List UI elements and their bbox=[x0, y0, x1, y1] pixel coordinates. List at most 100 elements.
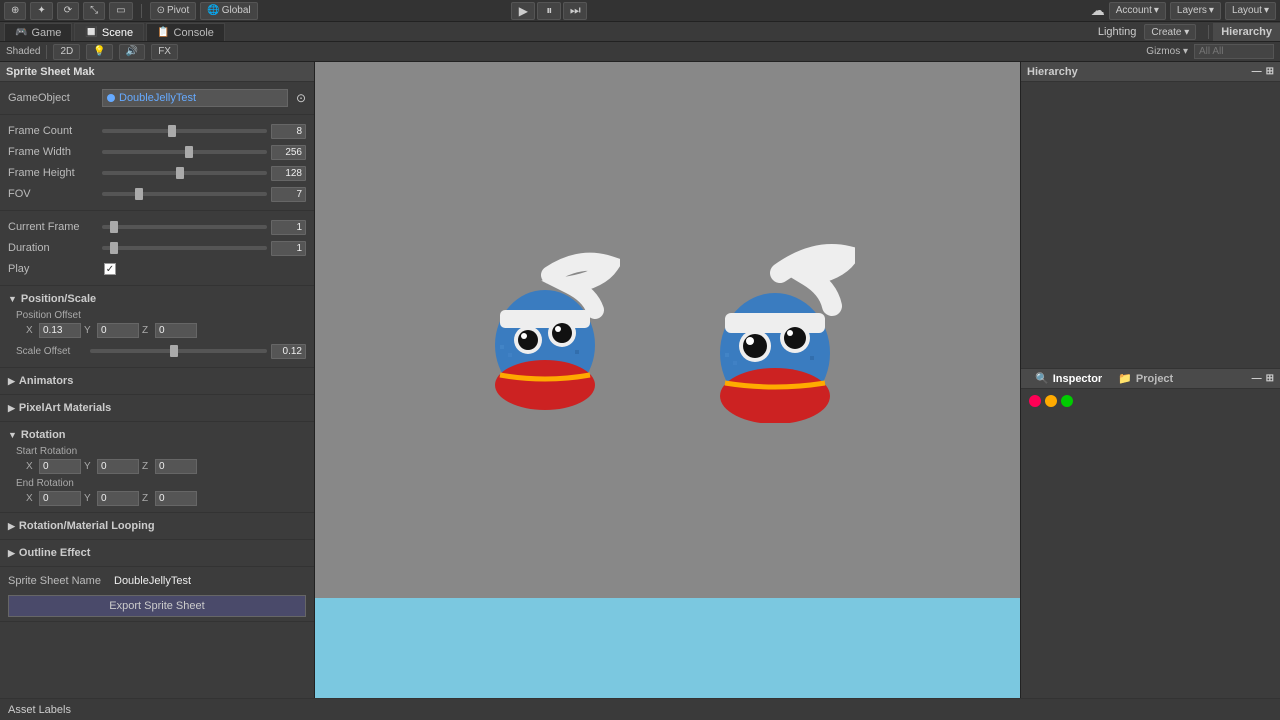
end-rot-z[interactable] bbox=[155, 491, 197, 506]
toolbar-right: ☁ Account ▾ Layers ▾ Layout ▾ bbox=[1091, 2, 1276, 20]
fov-input[interactable] bbox=[271, 187, 306, 202]
start-rot-y[interactable] bbox=[97, 459, 139, 474]
pixel-art-header[interactable]: ▶ PixelArt Materials bbox=[8, 399, 306, 417]
gameobject-label: GameObject bbox=[8, 92, 98, 104]
right-bottom-panel: 🔍 Inspector 📁 Project — ⊞ bbox=[1021, 368, 1280, 718]
project-icon: 📁 bbox=[1118, 372, 1132, 385]
frame-height-input[interactable] bbox=[271, 166, 306, 181]
frame-count-slider[interactable] bbox=[102, 129, 267, 133]
z-label: Z bbox=[142, 325, 152, 336]
tool-scale[interactable]: ⤡ bbox=[83, 2, 105, 20]
tab-project[interactable]: 📁 Project bbox=[1110, 369, 1181, 388]
fx-toggle[interactable]: FX bbox=[151, 44, 178, 60]
ex-label: X bbox=[26, 493, 36, 504]
asset-labels-label: Asset Labels bbox=[8, 704, 71, 716]
current-frame-slider[interactable] bbox=[102, 225, 267, 229]
frame-height-slider[interactable] bbox=[102, 171, 267, 175]
pos-x-input[interactable] bbox=[39, 323, 81, 338]
jelly-left bbox=[480, 245, 620, 415]
animators-header[interactable]: ▶ Animators bbox=[8, 372, 306, 390]
pivot-button[interactable]: ⊙ Pivot bbox=[150, 2, 197, 20]
scale-offset-input[interactable] bbox=[271, 344, 306, 359]
animators-arrow: ▶ bbox=[8, 376, 15, 387]
tool-rect[interactable]: ▭ bbox=[109, 2, 132, 20]
tab-game[interactable]: 🎮 Game bbox=[4, 23, 72, 41]
sprite-name-label: Sprite Sheet Name bbox=[8, 575, 108, 587]
fov-slider[interactable] bbox=[102, 192, 267, 196]
position-scale-content: Position Offset X Y Z Scale Offset bbox=[8, 310, 306, 360]
account-button[interactable]: Account ▾ bbox=[1109, 2, 1166, 20]
tab-inspector[interactable]: 🔍 Inspector bbox=[1027, 369, 1110, 388]
pos-y-input[interactable] bbox=[97, 323, 139, 338]
ey-label: Y bbox=[84, 493, 94, 504]
create-button[interactable]: Create ▾ bbox=[1144, 24, 1196, 40]
export-button[interactable]: Export Sprite Sheet bbox=[8, 595, 306, 617]
audio-toggle[interactable]: 🔊 bbox=[119, 44, 145, 60]
global-button[interactable]: 🌐 Global bbox=[200, 2, 257, 20]
panel-expand[interactable]: ⊞ bbox=[1266, 373, 1274, 384]
hierarchy-panel-label: Hierarchy bbox=[1027, 66, 1078, 78]
gameobject-row: GameObject DoubleJellyTest ⊙ bbox=[8, 86, 306, 110]
tool-rotate[interactable]: ⟳ bbox=[57, 2, 79, 20]
tab-scene[interactable]: 🔲 Scene bbox=[74, 23, 144, 41]
end-rot-x[interactable] bbox=[39, 491, 81, 506]
play-button[interactable]: ▶ bbox=[511, 2, 535, 20]
traffic-lights-area bbox=[1021, 389, 1280, 413]
tab-bar: 🎮 Game 🔲 Scene 📋 Console Lighting Create… bbox=[0, 22, 1280, 42]
panel-minimize[interactable]: — bbox=[1252, 373, 1262, 384]
layout-button[interactable]: Layout ▾ bbox=[1225, 2, 1276, 20]
lights-toggle[interactable]: 💡 bbox=[86, 44, 112, 60]
console-icon: 📋 bbox=[157, 27, 169, 38]
center-area bbox=[315, 62, 1020, 718]
scale-offset-slider[interactable] bbox=[90, 349, 267, 353]
pixel-art-arrow: ▶ bbox=[8, 403, 15, 414]
frame-width-input[interactable] bbox=[271, 145, 306, 160]
rotation-material-header[interactable]: ▶ Rotation/Material Looping bbox=[8, 517, 306, 535]
gameobject-reset-icon[interactable]: ⊙ bbox=[296, 91, 306, 105]
position-scale-header[interactable]: ▼ Position/Scale bbox=[8, 290, 306, 308]
sx-label: X bbox=[26, 461, 36, 472]
hier-minimize[interactable]: — bbox=[1252, 66, 1262, 77]
tool-move[interactable]: ✦ bbox=[30, 2, 52, 20]
play-controls: ▶ ⏸ ⏭ bbox=[511, 2, 587, 20]
tool-hand[interactable]: ⊕ bbox=[4, 2, 26, 20]
game-icon: 🎮 bbox=[15, 27, 27, 38]
frame-count-input[interactable] bbox=[271, 124, 306, 139]
frame-count-section: Frame Count Frame Width Frame Height bbox=[0, 115, 314, 211]
current-frame-input[interactable] bbox=[271, 220, 306, 235]
start-rot-x[interactable] bbox=[39, 459, 81, 474]
sz-label: Z bbox=[142, 461, 152, 472]
frame-width-row: Frame Width bbox=[8, 143, 306, 161]
canvas-area bbox=[315, 62, 1020, 598]
end-rot-y[interactable] bbox=[97, 491, 139, 506]
traffic-light-green bbox=[1061, 395, 1073, 407]
outline-arrow: ▶ bbox=[8, 548, 15, 559]
pause-button[interactable]: ⏸ bbox=[537, 2, 561, 20]
outline-header[interactable]: ▶ Outline Effect bbox=[8, 544, 306, 562]
play-checkbox[interactable]: ✓ bbox=[104, 263, 116, 275]
search-input[interactable] bbox=[1194, 44, 1274, 59]
duration-row: Duration bbox=[8, 239, 306, 257]
rotation-header[interactable]: ▼ Rotation bbox=[8, 426, 306, 444]
gizmos-button[interactable]: Gizmos ▾ bbox=[1146, 46, 1188, 57]
duration-input[interactable] bbox=[271, 241, 306, 256]
current-frame-label: Current Frame bbox=[8, 221, 98, 233]
position-scale-arrow: ▼ bbox=[8, 294, 17, 304]
2d-button[interactable]: 2D bbox=[53, 44, 80, 60]
frame-width-slider[interactable] bbox=[102, 150, 267, 154]
position-offset-xyz: X Y Z bbox=[16, 323, 306, 338]
sprite-name-row: Sprite Sheet Name DoubleJellyTest bbox=[8, 575, 306, 587]
inspector-project-header: 🔍 Inspector 📁 Project — ⊞ bbox=[1021, 369, 1280, 389]
x-label: X bbox=[26, 325, 36, 336]
duration-slider[interactable] bbox=[102, 246, 267, 250]
layers-button[interactable]: Layers ▾ bbox=[1170, 2, 1221, 20]
duration-label: Duration bbox=[8, 242, 98, 254]
position-scale-section: ▼ Position/Scale Position Offset X Y Z S… bbox=[0, 286, 314, 368]
pos-z-input[interactable] bbox=[155, 323, 197, 338]
next-button[interactable]: ⏭ bbox=[563, 2, 587, 20]
gameobject-value: DoubleJellyTest bbox=[102, 89, 288, 107]
duration-thumb bbox=[110, 242, 118, 254]
start-rot-z[interactable] bbox=[155, 459, 197, 474]
hier-expand[interactable]: ⊞ bbox=[1266, 66, 1274, 77]
tab-console[interactable]: 📋 Console bbox=[146, 23, 225, 41]
